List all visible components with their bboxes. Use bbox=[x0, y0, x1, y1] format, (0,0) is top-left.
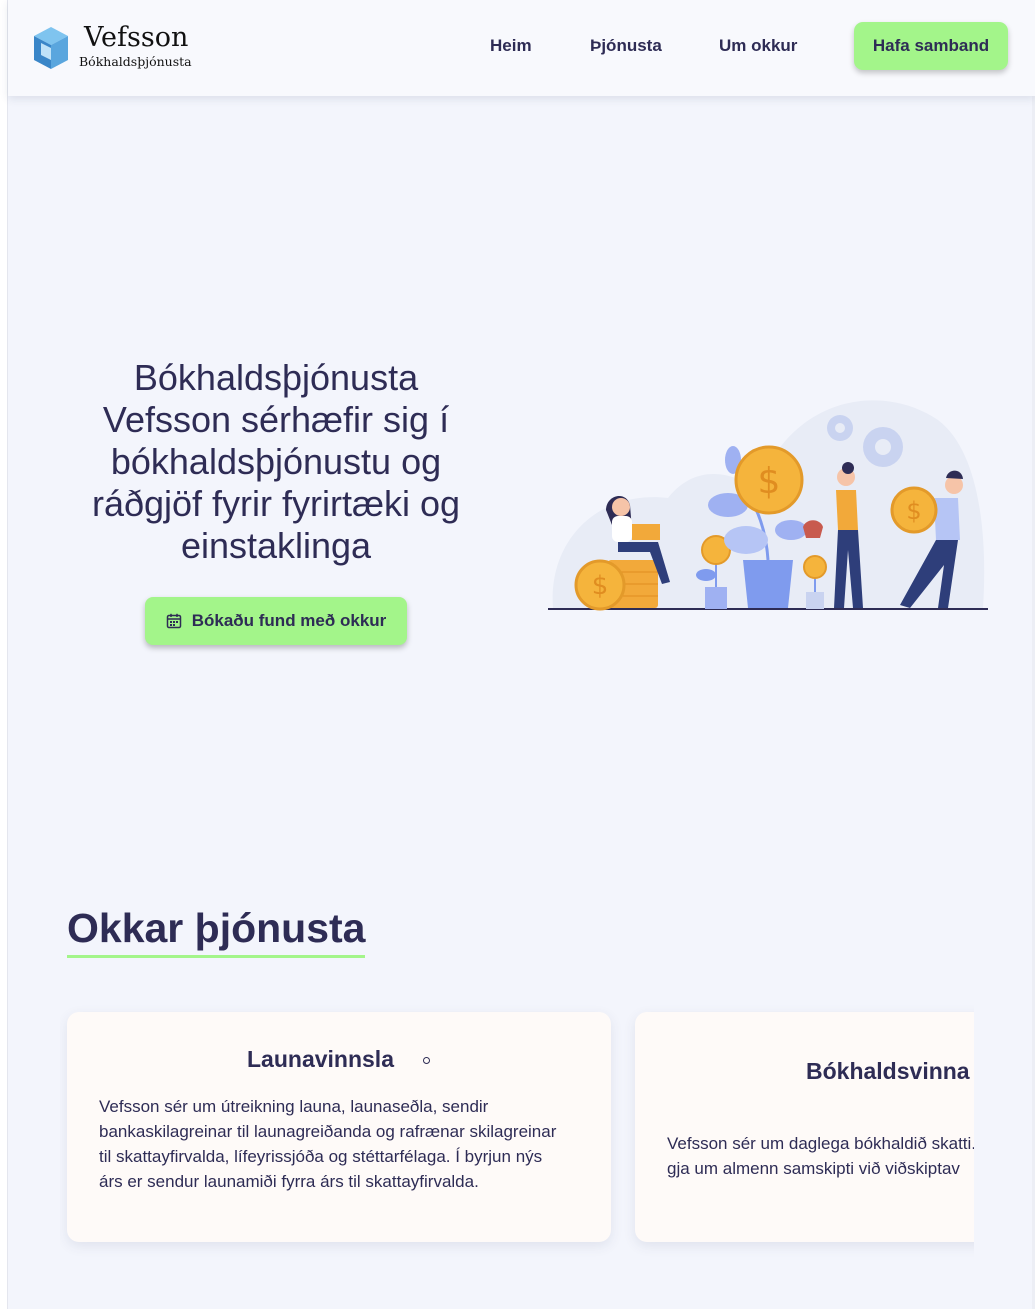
calendar-icon bbox=[166, 613, 181, 629]
nav-item-services[interactable]: Þjónusta bbox=[590, 36, 662, 56]
service-card-title: Launavinnsla bbox=[247, 1046, 394, 1072]
book-meeting-label: Bókaðu fund með okkur bbox=[191, 611, 387, 630]
nav-item-about[interactable]: Um okkur bbox=[719, 36, 797, 56]
services-carousel[interactable]: Launavinnsla Vefsson sér um útreikning l… bbox=[60, 1000, 974, 1260]
site-header: Vefsson Bókhaldsþjónusta Heim Þjónusta U… bbox=[8, 0, 1035, 96]
money-growth-illustration: $ $ $ bbox=[548, 400, 988, 611]
service-card[interactable]: Launavinnsla Vefsson sér um útreikning l… bbox=[67, 1012, 611, 1242]
book-meeting-button[interactable]: Bókaðu fund með okkur bbox=[145, 597, 407, 645]
hero-title: Bókhaldsþjónusta Vefsson sérhæfir sig í … bbox=[91, 357, 461, 566]
service-card-title: Bókhaldsvinna bbox=[806, 1058, 970, 1084]
svg-text:$: $ bbox=[592, 571, 609, 601]
cube-logo-icon[interactable] bbox=[32, 24, 70, 72]
services-heading: Okkar þjónusta bbox=[67, 905, 366, 958]
page-left-edge bbox=[0, 0, 8, 1309]
nav-item-home[interactable]: Heim bbox=[490, 36, 532, 56]
service-card-text: Vefsson sér um útreikning launa, launase… bbox=[99, 1097, 557, 1191]
service-card-text: Vefsson sér um daglega bókhaldið skatti.… bbox=[667, 1134, 974, 1178]
brand-subtitle[interactable]: Bókhaldsþjónusta bbox=[79, 54, 192, 69]
service-card[interactable]: Bókhaldsvinna Vefsson sér um daglega bók… bbox=[635, 1012, 974, 1242]
circle-icon bbox=[423, 1057, 430, 1064]
brand-name[interactable]: Vefsson bbox=[84, 22, 188, 53]
svg-text:$: $ bbox=[906, 497, 921, 525]
svg-text:$: $ bbox=[758, 461, 781, 502]
contact-button[interactable]: Hafa samband bbox=[854, 22, 1008, 70]
